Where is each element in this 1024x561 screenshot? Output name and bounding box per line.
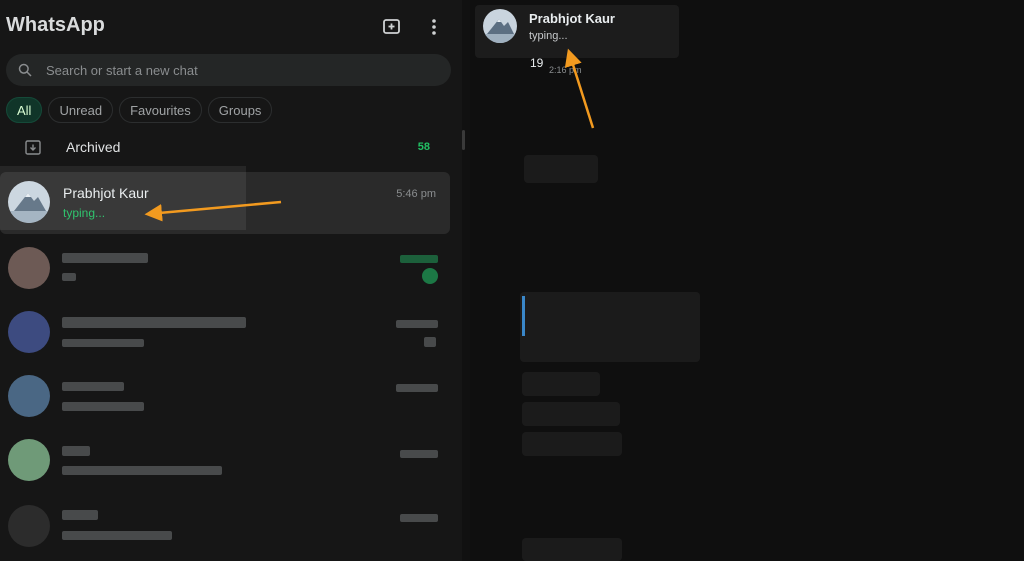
message-bubble <box>522 372 600 396</box>
blurred-name <box>62 446 90 456</box>
archived-count: 58 <box>417 141 430 153</box>
filter-unread[interactable]: Unread <box>48 97 114 123</box>
blurred-badge <box>424 337 436 347</box>
message-bubble <box>522 538 622 561</box>
blurred-time <box>400 514 438 522</box>
chat-row-blurred[interactable] <box>0 430 450 492</box>
quote-bar <box>522 296 525 336</box>
blurred-message <box>62 402 144 411</box>
avatar <box>8 311 50 353</box>
blurred-time <box>400 255 438 263</box>
blurred-name <box>62 317 246 328</box>
blurred-message <box>62 531 172 540</box>
blurred-message <box>62 339 144 347</box>
blurred-name <box>62 382 124 391</box>
avatar <box>8 505 50 547</box>
new-chat-icon[interactable] <box>381 16 403 38</box>
message-bubble <box>522 402 620 426</box>
avatar <box>8 247 50 289</box>
message-bubble <box>520 292 700 362</box>
blurred-message <box>62 466 222 475</box>
message-bubble <box>524 155 598 183</box>
contact-status: typing... <box>529 30 568 42</box>
chat-list-panel: WhatsApp Search or start a new chat All … <box>0 0 462 561</box>
blurred-name <box>62 253 148 263</box>
contact-name: Prabhjot Kaur <box>529 11 615 26</box>
kebab-menu-icon[interactable] <box>423 16 445 38</box>
filter-groups[interactable]: Groups <box>207 97 273 123</box>
unread-badge <box>422 268 438 284</box>
blurred-name <box>62 510 98 520</box>
whatsapp-window: WhatsApp Search or start a new chat All … <box>0 0 1024 561</box>
blurred-message <box>62 273 76 281</box>
chat-row-blurred[interactable] <box>0 238 450 300</box>
filter-all[interactable]: All <box>6 97 43 123</box>
blurred-time <box>396 384 438 392</box>
conversation-panel <box>470 0 1024 561</box>
avatar <box>8 375 50 417</box>
message-text: 19 <box>530 56 544 70</box>
chat-time: 5:46 pm <box>396 188 436 200</box>
filter-chips: All Unread Favourites Groups <box>6 97 273 123</box>
avatar <box>8 439 50 481</box>
message-bubble <box>522 432 622 456</box>
chat-row-blurred[interactable] <box>0 496 450 558</box>
blurred-time <box>396 320 438 328</box>
conversation-header[interactable]: Prabhjot Kaur typing... <box>475 5 679 58</box>
archived-row[interactable]: Archived 58 <box>0 132 450 162</box>
search-placeholder: Search or start a new chat <box>46 62 198 78</box>
search-icon <box>18 63 32 77</box>
blurred-time <box>400 450 438 458</box>
message-time: 2:16 pm <box>549 65 582 75</box>
app-title: WhatsApp <box>6 14 105 36</box>
panel-resize-handle[interactable] <box>462 130 465 150</box>
search-input[interactable]: Search or start a new chat <box>6 54 451 86</box>
chat-row-blurred[interactable] <box>0 366 450 428</box>
chat-row-blurred[interactable] <box>0 302 450 364</box>
selection-highlight <box>0 166 246 230</box>
avatar <box>483 9 517 43</box>
archive-icon <box>24 138 42 156</box>
archived-label: Archived <box>66 139 121 155</box>
filter-favourites[interactable]: Favourites <box>119 97 202 123</box>
